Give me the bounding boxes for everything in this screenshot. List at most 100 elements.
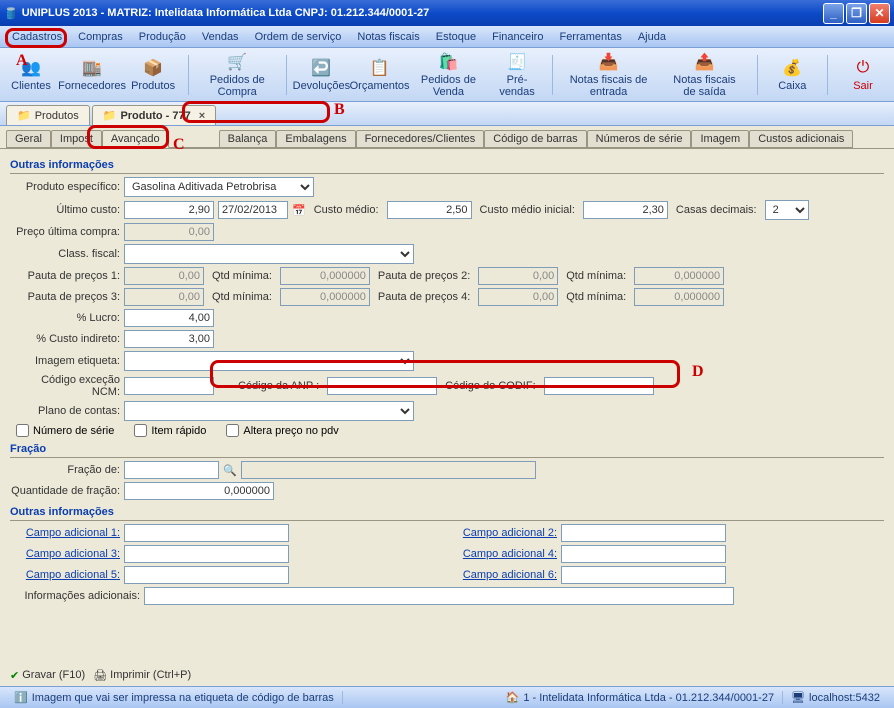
label-pauta1: Pauta de preços 1: — [10, 270, 120, 282]
label-fracao-de: Fração de: — [10, 464, 120, 476]
fracao-de-desc-input — [241, 461, 536, 479]
qtd-min4-input — [634, 288, 724, 306]
cash-icon: 💰 — [782, 58, 802, 78]
box-icon: 📦 — [143, 58, 163, 78]
checkbox-altera-preco[interactable]: Altera preço no pdv — [226, 424, 338, 437]
toolbar-clientes[interactable]: 👥Clientes — [4, 51, 58, 99]
qtd-min3-input — [280, 288, 370, 306]
label-qtd-min2: Qtd mínima: — [562, 270, 630, 282]
casas-decimais-select[interactable]: 2 — [765, 200, 809, 220]
doc-out-icon: 📤 — [694, 52, 714, 72]
toolbar-fornecedores[interactable]: 🏬Fornecedores — [62, 51, 122, 99]
menu-vendas[interactable]: Vendas — [194, 28, 247, 46]
tab-fornecedores-clientes[interactable]: Fornecedores/Clientes — [356, 130, 485, 148]
tab-numeros-serie[interactable]: Números de série — [587, 130, 692, 148]
status-empresa: 1 - Intelidata Informática Ltda - 01.212… — [523, 692, 774, 704]
produto-especifico-select[interactable]: Gasolina Aditivada Petrobrisa — [124, 177, 314, 197]
imprimir-button[interactable]: 🖨Imprimir (Ctrl+P) — [93, 669, 191, 682]
toolbar-pedidos-compra[interactable]: 🛒Pedidos de Compra — [197, 51, 278, 99]
tab-codigo-barras[interactable]: Código de barras — [484, 130, 586, 148]
link-campo-ad4[interactable]: Campo adicional 4: — [447, 548, 557, 560]
codigo-anp-input[interactable] — [327, 377, 437, 395]
campo-ad2-input[interactable] — [561, 524, 726, 542]
pauta1-input — [124, 267, 204, 285]
campo-ad6-input[interactable] — [561, 566, 726, 584]
label-ultimo-custo: Último custo: — [10, 204, 120, 216]
quantidade-fracao-input[interactable] — [124, 482, 274, 500]
calendar-icon[interactable]: 📅 — [292, 204, 306, 217]
gravar-button[interactable]: ✔Gravar (F10) — [10, 669, 85, 682]
checkbox-item-rapido[interactable]: Item rápido — [134, 424, 206, 437]
doctab-produtos[interactable]: 📁 Produtos — [6, 105, 90, 125]
label-custo-medio: Custo médio: — [310, 204, 383, 216]
custo-medio-input[interactable] — [387, 201, 472, 219]
label-qtd-min3: Qtd mínima: — [208, 291, 276, 303]
inner-tabs: Geral Impost Avançado Balança Embalagens… — [0, 126, 894, 148]
doctab-produto-777[interactable]: 📁 Produto - 777 × — [92, 105, 216, 125]
link-campo-ad6[interactable]: Campo adicional 6: — [447, 569, 557, 581]
ultimo-custo-data-input[interactable] — [218, 201, 288, 219]
tab-custos-adicionais[interactable]: Custos adicionais — [749, 130, 853, 148]
menu-cadastros[interactable]: Cadastros — [4, 28, 70, 46]
fracao-de-input[interactable] — [124, 461, 219, 479]
quote-icon: 📋 — [370, 58, 390, 78]
search-icon[interactable]: 🔍 — [223, 464, 237, 477]
close-button[interactable]: ✕ — [869, 3, 890, 24]
tab-embalagens[interactable]: Embalagens — [276, 130, 355, 148]
toolbar-pre-vendas[interactable]: 🧾Pré-vendas — [490, 51, 544, 99]
checkbox-numero-serie[interactable]: Número de série — [16, 424, 114, 437]
label-codigo-anp: Código da ANP : — [218, 380, 323, 392]
codigo-excecao-ncm-input[interactable] — [124, 377, 214, 395]
close-tab-icon[interactable]: × — [199, 110, 205, 122]
toolbar-produtos[interactable]: 📦Produtos — [126, 51, 180, 99]
toolbar-sair[interactable]: ⏻Sair — [836, 51, 890, 99]
menu-compras[interactable]: Compras — [70, 28, 131, 46]
tab-balanca[interactable]: Balança — [219, 130, 277, 148]
toolbar-pedidos-venda[interactable]: 🛍️Pedidos de Venda — [411, 51, 486, 99]
status-host: localhost:5432 — [809, 692, 880, 704]
tab-imagem[interactable]: Imagem — [691, 130, 749, 148]
campo-ad1-input[interactable] — [124, 524, 289, 542]
link-campo-ad2[interactable]: Campo adicional 2: — [447, 527, 557, 539]
plano-contas-select[interactable] — [124, 401, 414, 421]
imagem-etiqueta-select[interactable] — [124, 351, 414, 371]
maximize-button[interactable]: ❐ — [846, 3, 867, 24]
pct-custo-indireto-input[interactable] — [124, 330, 214, 348]
ultimo-custo-input[interactable] — [124, 201, 214, 219]
codigo-codif-input[interactable] — [544, 377, 654, 395]
link-campo-ad1[interactable]: Campo adicional 1: — [10, 527, 120, 539]
app-icon: 🛢️ — [4, 7, 18, 20]
tab-avancado[interactable]: Avançado — [102, 130, 169, 148]
link-campo-ad3[interactable]: Campo adicional 3: — [10, 548, 120, 560]
custo-medio-inicial-input[interactable] — [583, 201, 668, 219]
menu-notas-fiscais[interactable]: Notas fiscais — [349, 28, 427, 46]
toolbar-devolucoes[interactable]: ↩️Devoluções — [294, 51, 348, 99]
toolbar-nf-entrada[interactable]: 📥Notas fiscais de entrada — [561, 51, 657, 99]
status-message: Imagem que vai ser impressa na etiqueta … — [32, 692, 334, 704]
minimize-button[interactable]: _ — [823, 3, 844, 24]
toolbar-caixa[interactable]: 💰Caixa — [765, 51, 819, 99]
menu-estoque[interactable]: Estoque — [428, 28, 484, 46]
doctab-label: Produto - 777 — [120, 110, 190, 122]
menu-financeiro[interactable]: Financeiro — [484, 28, 551, 46]
menu-ferramentas[interactable]: Ferramentas — [551, 28, 629, 46]
menu-producao[interactable]: Produção — [131, 28, 194, 46]
label-qtd-min4: Qtd mínima: — [562, 291, 630, 303]
campo-ad4-input[interactable] — [561, 545, 726, 563]
campo-ad5-input[interactable] — [124, 566, 289, 584]
toolbar-orcamentos[interactable]: 📋Orçamentos — [352, 51, 406, 99]
class-fiscal-select[interactable] — [124, 244, 414, 264]
link-campo-ad5[interactable]: Campo adicional 5: — [10, 569, 120, 581]
tab-geral[interactable]: Geral — [6, 130, 51, 148]
campo-ad3-input[interactable] — [124, 545, 289, 563]
tab-impost[interactable]: Impost — [51, 130, 102, 148]
people-icon: 👥 — [21, 58, 41, 78]
menu-ordem-servico[interactable]: Ordem de serviço — [247, 28, 350, 46]
menu-ajuda[interactable]: Ajuda — [630, 28, 674, 46]
toolbar-nf-saida[interactable]: 📤Notas fiscais de saída — [660, 51, 748, 99]
home-icon: 🏠 — [506, 691, 520, 704]
doc-in-icon: 📥 — [599, 52, 619, 72]
pct-lucro-input[interactable] — [124, 309, 214, 327]
info-adicionais-input[interactable] — [144, 587, 734, 605]
preco-ultima-compra-input — [124, 223, 214, 241]
